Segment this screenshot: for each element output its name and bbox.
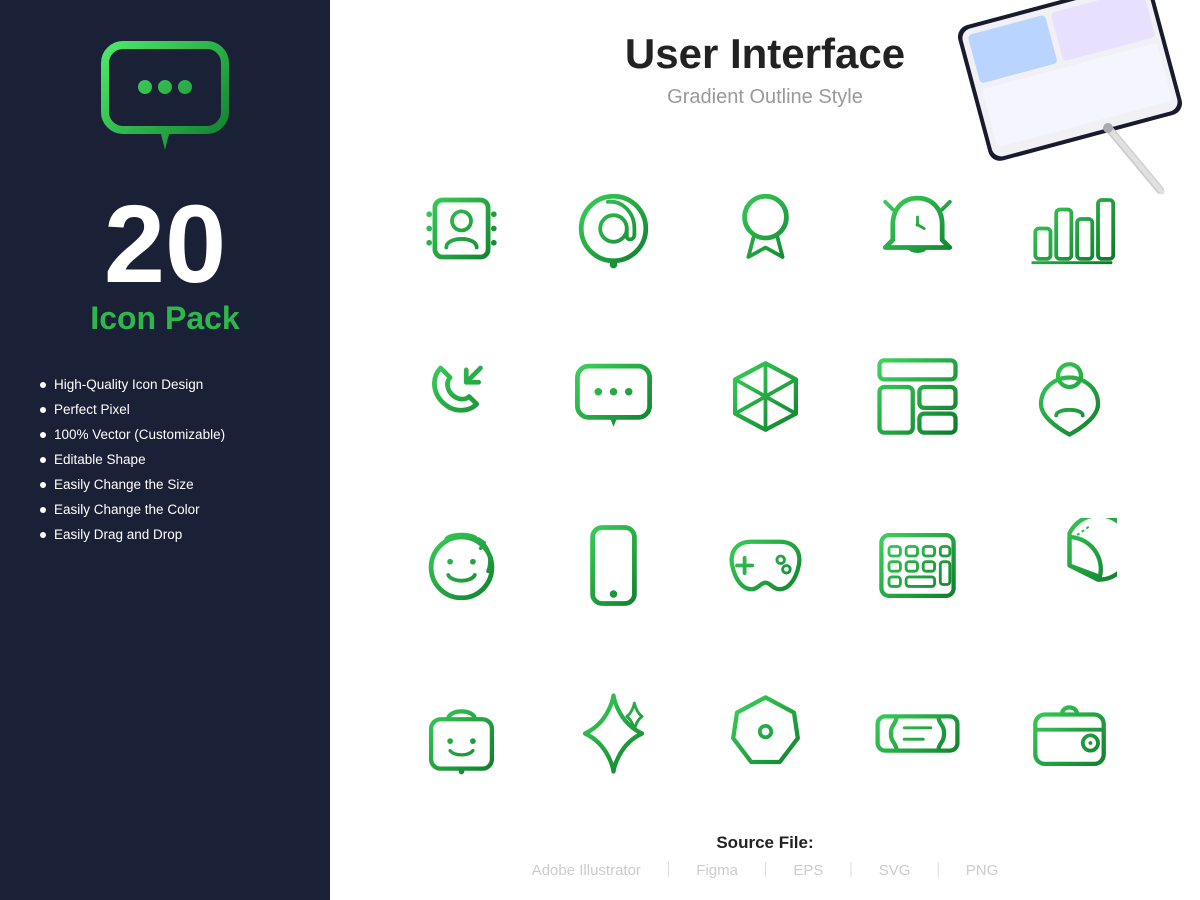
location-person-icon bbox=[998, 318, 1140, 477]
tag-label-icon bbox=[694, 655, 836, 814]
face-timer-icon bbox=[390, 486, 532, 645]
feature-item: Editable Shape bbox=[40, 452, 225, 467]
dashboard-layout-icon bbox=[846, 318, 988, 477]
feature-item: Perfect Pixel bbox=[40, 402, 225, 417]
bullet-icon bbox=[40, 482, 46, 488]
feature-item: Easily Change the Size bbox=[40, 477, 225, 492]
bullet-icon bbox=[40, 432, 46, 438]
separator: ｜ bbox=[844, 862, 859, 879]
format-figma: Figma bbox=[696, 862, 738, 879]
pack-label: Icon Pack bbox=[90, 300, 239, 337]
page-subtitle: Gradient Outline Style bbox=[370, 86, 1160, 109]
contact-icon bbox=[390, 149, 532, 308]
source-formats: Adobe Illustrator ｜ Figma ｜ EPS ｜ SVG ｜ … bbox=[370, 859, 1160, 880]
bullet-icon bbox=[40, 407, 46, 413]
chat-bubble-icon bbox=[95, 40, 235, 160]
smartphone-icon bbox=[542, 486, 684, 645]
separator: ｜ bbox=[758, 862, 773, 879]
gamepad-icon bbox=[694, 486, 836, 645]
bullet-icon bbox=[40, 532, 46, 538]
format-svg: SVG bbox=[879, 862, 911, 879]
award-icon bbox=[694, 149, 836, 308]
icon-count: 20 bbox=[104, 190, 226, 300]
feature-item: Easily Change the Color bbox=[40, 502, 225, 517]
feature-item: 100% Vector (Customizable) bbox=[40, 427, 225, 442]
bullet-icon bbox=[40, 507, 46, 513]
email-at-icon bbox=[542, 149, 684, 308]
sidebar: 20 Icon Pack High-Quality Icon Design Pe… bbox=[0, 0, 330, 900]
format-illustrator: Adobe Illustrator bbox=[532, 862, 641, 879]
features-list: High-Quality Icon Design Perfect Pixel 1… bbox=[30, 377, 225, 552]
sparkle-icon bbox=[542, 655, 684, 814]
calculator-icon bbox=[846, 486, 988, 645]
bar-chart-icon bbox=[998, 149, 1140, 308]
bullet-icon bbox=[40, 457, 46, 463]
ticket-icon bbox=[846, 655, 988, 814]
format-png: PNG bbox=[966, 862, 999, 879]
format-eps: EPS bbox=[793, 862, 823, 879]
package-3d-icon bbox=[694, 318, 836, 477]
incoming-call-icon bbox=[390, 318, 532, 477]
chat-message-icon bbox=[542, 318, 684, 477]
footer: Source File: Adobe Illustrator ｜ Figma ｜… bbox=[370, 823, 1160, 880]
header: User Interface Gradient Outline Style bbox=[370, 30, 1160, 109]
bullet-icon bbox=[40, 382, 46, 388]
alarm-icon bbox=[846, 149, 988, 308]
feature-item: Easily Drag and Drop bbox=[40, 527, 225, 542]
page-title: User Interface bbox=[370, 30, 1160, 78]
feature-item: High-Quality Icon Design bbox=[40, 377, 225, 392]
separator: ｜ bbox=[931, 862, 946, 879]
separator: ｜ bbox=[661, 862, 676, 879]
pie-chart-icon bbox=[998, 486, 1140, 645]
store-icon bbox=[390, 655, 532, 814]
icons-grid bbox=[370, 139, 1160, 823]
source-file-label: Source File: bbox=[370, 833, 1160, 853]
main-content: User Interface Gradient Outline Style bbox=[330, 0, 1200, 900]
wallet-icon bbox=[998, 655, 1140, 814]
